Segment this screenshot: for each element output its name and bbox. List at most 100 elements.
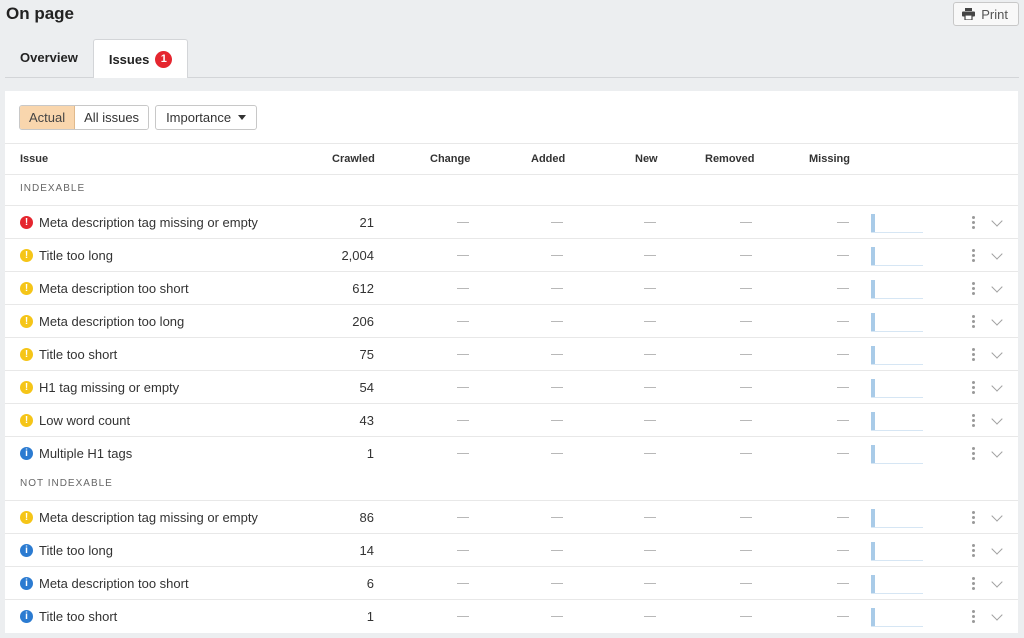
column-header-new[interactable]: New — [635, 153, 658, 165]
table-row[interactable]: ! Meta description tag missing or empty 21 — [5, 205, 1018, 239]
chevron-down-icon[interactable] — [991, 347, 1003, 359]
table-row[interactable]: i Title too short 1 — [5, 599, 1018, 633]
column-header-missing[interactable]: Missing — [809, 153, 850, 165]
chevron-down-icon[interactable] — [991, 413, 1003, 425]
chevron-down-icon[interactable] — [991, 510, 1003, 522]
chevron-down-icon[interactable] — [991, 609, 1003, 621]
issue-name[interactable]: Multiple H1 tags — [39, 446, 132, 461]
issue-name[interactable]: Meta description too short — [39, 281, 189, 296]
tab-overview[interactable]: Overview — [5, 39, 93, 76]
group-label: INDEXABLE — [20, 183, 86, 194]
sparkline-bar — [871, 608, 875, 626]
issue-name[interactable]: Title too long — [39, 248, 113, 263]
table-row[interactable]: ! Title too short 75 — [5, 337, 1018, 371]
crawled-count[interactable]: 6 — [367, 576, 374, 591]
column-header-issue[interactable]: Issue — [20, 153, 48, 165]
more-options-icon[interactable] — [972, 544, 975, 559]
issue-name[interactable]: Title too long — [39, 543, 113, 558]
empty-value-dash — [551, 583, 563, 584]
more-options-icon[interactable] — [972, 381, 975, 396]
tab-label: Issues — [108, 51, 150, 67]
chevron-down-icon[interactable] — [991, 380, 1003, 392]
chevron-down-icon[interactable] — [991, 543, 1003, 555]
more-options-icon[interactable] — [972, 447, 975, 462]
warning-icon: ! — [20, 511, 33, 524]
chevron-down-icon[interactable] — [991, 446, 1003, 458]
chevron-down-icon[interactable] — [991, 281, 1003, 293]
sparkline-bar — [871, 280, 875, 298]
actual-toggle-button[interactable]: Actual — [20, 106, 76, 129]
crawled-count[interactable]: 612 — [352, 281, 374, 296]
issue-name[interactable]: Title too short — [39, 347, 117, 362]
crawled-count[interactable]: 14 — [360, 543, 374, 558]
more-options-icon[interactable] — [972, 511, 975, 526]
more-options-icon[interactable] — [972, 414, 975, 429]
table-row[interactable]: i Title too long 14 — [5, 533, 1018, 567]
table-row[interactable]: ! Low word count 43 — [5, 403, 1018, 437]
chevron-down-icon[interactable] — [991, 576, 1003, 588]
trend-sparkline — [871, 377, 923, 398]
crawled-count[interactable]: 54 — [360, 380, 374, 395]
table-row[interactable]: ! Meta description too short 612 — [5, 271, 1018, 305]
warning-icon: ! — [20, 414, 33, 427]
issue-name[interactable]: Low word count — [39, 413, 130, 428]
crawled-count[interactable]: 21 — [360, 215, 374, 230]
more-options-icon[interactable] — [972, 315, 975, 330]
chevron-down-icon[interactable] — [991, 215, 1003, 227]
trend-sparkline — [871, 410, 923, 431]
table-row[interactable]: ! Meta description too long 206 — [5, 304, 1018, 338]
crawled-count[interactable]: 43 — [360, 413, 374, 428]
more-options-icon[interactable] — [972, 216, 975, 231]
more-options-icon[interactable] — [972, 577, 975, 592]
issue-name[interactable]: H1 tag missing or empty — [39, 380, 179, 395]
all-issues-toggle-button[interactable]: All issues — [75, 106, 149, 129]
empty-value-dash — [457, 616, 469, 617]
crawled-count[interactable]: 2,004 — [341, 248, 374, 263]
crawled-count[interactable]: 1 — [367, 446, 374, 461]
chevron-down-icon[interactable] — [991, 248, 1003, 260]
crawled-count[interactable]: 75 — [360, 347, 374, 362]
notice-icon: i — [20, 610, 33, 623]
chevron-down-icon[interactable] — [991, 314, 1003, 326]
more-options-icon[interactable] — [972, 282, 975, 297]
table-row[interactable]: ! H1 tag missing or empty 54 — [5, 370, 1018, 404]
issue-name[interactable]: Title too short — [39, 609, 117, 624]
issue-name[interactable]: Meta description tag missing or empty — [39, 215, 258, 230]
column-header-removed[interactable]: Removed — [705, 153, 755, 165]
crawled-count[interactable]: 206 — [352, 314, 374, 329]
more-options-icon[interactable] — [972, 348, 975, 363]
empty-value-dash — [740, 517, 752, 518]
empty-value-dash — [551, 222, 563, 223]
empty-value-dash — [837, 222, 849, 223]
empty-value-dash — [740, 550, 752, 551]
crawled-count[interactable]: 86 — [360, 510, 374, 525]
empty-value-dash — [837, 453, 849, 454]
sparkline-bar — [871, 379, 875, 397]
column-header-added[interactable]: Added — [531, 153, 565, 165]
sparkline-bar — [871, 247, 875, 265]
empty-value-dash — [740, 453, 752, 454]
empty-value-dash — [837, 288, 849, 289]
empty-value-dash — [551, 354, 563, 355]
empty-value-dash — [740, 387, 752, 388]
issue-name[interactable]: Meta description tag missing or empty — [39, 510, 258, 525]
table-row[interactable]: ! Meta description tag missing or empty 86 — [5, 500, 1018, 534]
more-options-icon[interactable] — [972, 249, 975, 264]
trend-sparkline — [871, 311, 923, 332]
empty-value-dash — [551, 387, 563, 388]
table-row[interactable]: i Multiple H1 tags 1 — [5, 436, 1018, 470]
issue-name[interactable]: Meta description too long — [39, 314, 184, 329]
importance-dropdown[interactable]: Importance — [155, 105, 258, 130]
more-options-icon[interactable] — [972, 610, 975, 625]
table-row[interactable]: i Meta description too short 6 — [5, 566, 1018, 600]
print-button[interactable]: Print — [953, 2, 1019, 26]
empty-value-dash — [644, 222, 656, 223]
empty-value-dash — [740, 354, 752, 355]
issue-name[interactable]: Meta description too short — [39, 576, 189, 591]
tab-issues[interactable]: Issues 1 — [92, 39, 189, 78]
table-header: Issue Crawled Change Added New Removed M… — [5, 143, 1018, 175]
crawled-count[interactable]: 1 — [367, 609, 374, 624]
table-row[interactable]: ! Title too long 2,004 — [5, 238, 1018, 272]
column-header-crawled[interactable]: Crawled — [332, 153, 375, 165]
column-header-change[interactable]: Change — [430, 153, 470, 165]
